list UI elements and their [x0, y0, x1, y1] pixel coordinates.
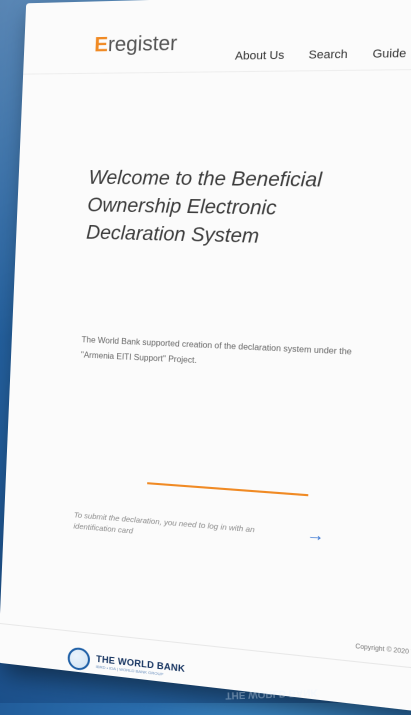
intro-text: The World Bank supported creation of the… — [80, 335, 353, 366]
footer-divider — [0, 622, 411, 673]
accent-divider — [147, 482, 309, 497]
nav-guide[interactable]: Guide — [372, 47, 406, 60]
reflection-text: THE WORLD BANK — [225, 686, 318, 701]
nav-about-us[interactable]: About Us — [235, 49, 285, 62]
page-title: Welcome to the Beneficial Ownership Elec… — [85, 167, 323, 248]
login-instruction: To submit the declaration, you need to l… — [73, 510, 255, 536]
arrow-right-icon[interactable]: → — [306, 526, 325, 547]
logo-text: register — [107, 32, 178, 57]
world-bank-text: THE WORLD BANK IBRD • IDA | WORLD BANK G… — [96, 653, 186, 678]
site-header: Eregister About Us Search Guide Co — [23, 0, 411, 75]
nav-search[interactable]: Search — [308, 48, 348, 61]
copyright-text: Copyright © 2020 V — [355, 643, 411, 657]
main-nav: About Us Search Guide Co — [235, 47, 411, 62]
website-page: Eregister About Us Search Guide Co Welco… — [0, 0, 411, 715]
globe-icon — [67, 646, 91, 672]
eregister-logo[interactable]: Eregister — [94, 32, 178, 57]
